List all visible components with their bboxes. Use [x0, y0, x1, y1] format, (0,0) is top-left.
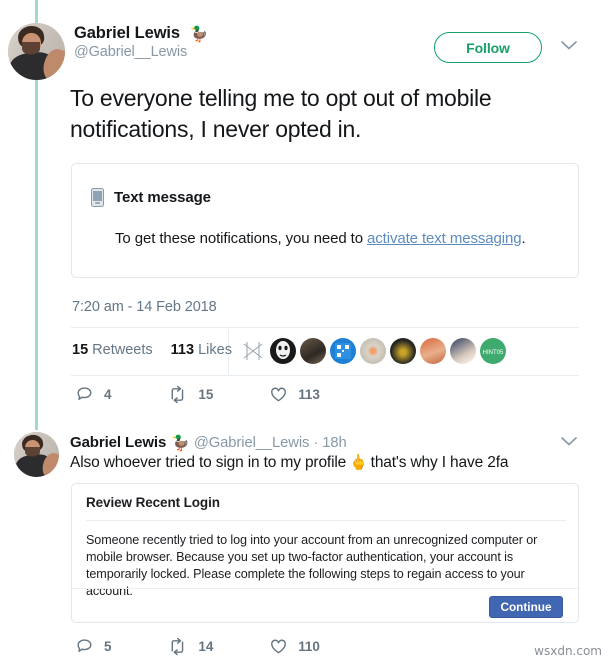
text-message-card: Text message To get these notifications,… — [71, 163, 579, 278]
middle-finger-emoji-icon: 🖕 — [349, 454, 368, 471]
duck-emoji-icon: 🦆 — [189, 25, 209, 43]
reply-text-before: Also whoever tried to sign in to my prof… — [70, 454, 347, 471]
card-body-suffix: . — [521, 230, 526, 247]
liker-facepile: HINT05 — [240, 338, 506, 364]
tweet-stats: 15 Retweets 113 Likes — [72, 342, 246, 358]
retweet-icon — [171, 385, 184, 404]
avatar[interactable] — [360, 338, 386, 364]
divider — [72, 588, 580, 589]
chevron-down-icon[interactable] — [559, 434, 579, 448]
divider — [86, 520, 566, 521]
retweet-icon — [171, 637, 184, 656]
activate-text-messaging-link[interactable]: activate text messaging — [367, 230, 522, 247]
avatar[interactable]: HINT05 — [480, 338, 506, 364]
likes-label: Likes — [198, 342, 232, 358]
reply-tweet-action-bar: 5 14 110 — [75, 637, 376, 656]
reply-tweet-header: Gabriel Lewis 🦆 @Gabriel__Lewis · 18h — [70, 434, 560, 452]
reply-count: 4 — [104, 387, 112, 402]
display-name[interactable]: Gabriel Lewis — [74, 24, 180, 43]
card-body-prefix: To get these notifications, you need to — [115, 230, 368, 247]
like-action[interactable]: 113 — [269, 385, 320, 404]
like-count: 113 — [298, 387, 320, 402]
follow-button[interactable]: Follow — [434, 32, 542, 63]
avatar[interactable] — [8, 23, 65, 80]
card-title: Text message — [114, 189, 211, 206]
header-separator: · — [313, 435, 319, 451]
display-name[interactable]: Gabriel Lewis — [70, 434, 166, 451]
tweet-timestamp[interactable]: 7:20 am - 14 Feb 2018 — [72, 299, 217, 315]
retweet-action[interactable]: 14 — [167, 637, 213, 656]
reply-tweet-text: Also whoever tried to sign in to my prof… — [70, 452, 570, 473]
tweet-action-bar: 4 15 113 — [75, 385, 376, 404]
tweet-text: To everyone telling me to opt out of mob… — [70, 85, 492, 142]
retweets-label: Retweets — [92, 342, 153, 358]
svg-text:HINT05: HINT05 — [483, 350, 504, 356]
avatar[interactable] — [270, 338, 296, 364]
avatar-photo — [14, 432, 59, 477]
reply-action[interactable]: 4 — [75, 385, 112, 404]
watermark: wsxdn.com — [534, 644, 602, 658]
avatar[interactable] — [420, 338, 446, 364]
retweets-count: 15 — [72, 342, 89, 358]
divider — [71, 375, 579, 376]
reply-count: 5 — [104, 639, 112, 654]
reply-icon — [77, 639, 92, 652]
login-card-title: Review Recent Login — [86, 495, 220, 510]
review-recent-login-card: Review Recent Login Someone recently tri… — [71, 483, 580, 623]
reply-action[interactable]: 5 — [75, 637, 112, 656]
avatar[interactable] — [390, 338, 416, 364]
login-card-body: Someone recently tried to log into your … — [86, 533, 538, 598]
avatar[interactable] — [14, 432, 59, 477]
retweet-action[interactable]: 15 — [167, 385, 213, 404]
relative-time[interactable]: 18h — [322, 435, 346, 451]
likes-stat[interactable]: 113 Likes — [171, 342, 232, 358]
avatar[interactable] — [330, 338, 356, 364]
mobile-phone-icon — [91, 188, 104, 207]
user-handle[interactable]: @Gabriel__Lewis — [194, 435, 310, 451]
tweet-thread-page: Gabriel Lewis 🦆 @Gabriel__Lewis Follow T… — [0, 0, 610, 663]
retweet-count: 15 — [198, 387, 214, 402]
heart-icon — [271, 639, 287, 654]
divider — [71, 327, 579, 328]
retweets-stat[interactable]: 15 Retweets — [72, 342, 153, 358]
like-count: 110 — [298, 639, 320, 654]
cut-off-top-text — [70, 0, 530, 4]
duck-emoji-icon: 🦆 — [171, 435, 190, 453]
like-action[interactable]: 110 — [269, 637, 320, 656]
reply-text-after: that's why I have 2fa — [370, 454, 509, 471]
avatar[interactable] — [240, 338, 266, 364]
avatar[interactable] — [450, 338, 476, 364]
continue-button[interactable]: Continue — [489, 596, 563, 618]
card-body: To get these notifications, you need to … — [115, 230, 565, 247]
card-title-row: Text message — [91, 188, 211, 207]
avatar-photo — [8, 23, 65, 80]
avatar[interactable] — [300, 338, 326, 364]
reply-icon — [77, 387, 92, 400]
likes-count: 113 — [170, 342, 195, 358]
heart-icon — [271, 387, 287, 402]
retweet-count: 14 — [198, 639, 214, 654]
chevron-down-icon[interactable] — [559, 38, 579, 52]
